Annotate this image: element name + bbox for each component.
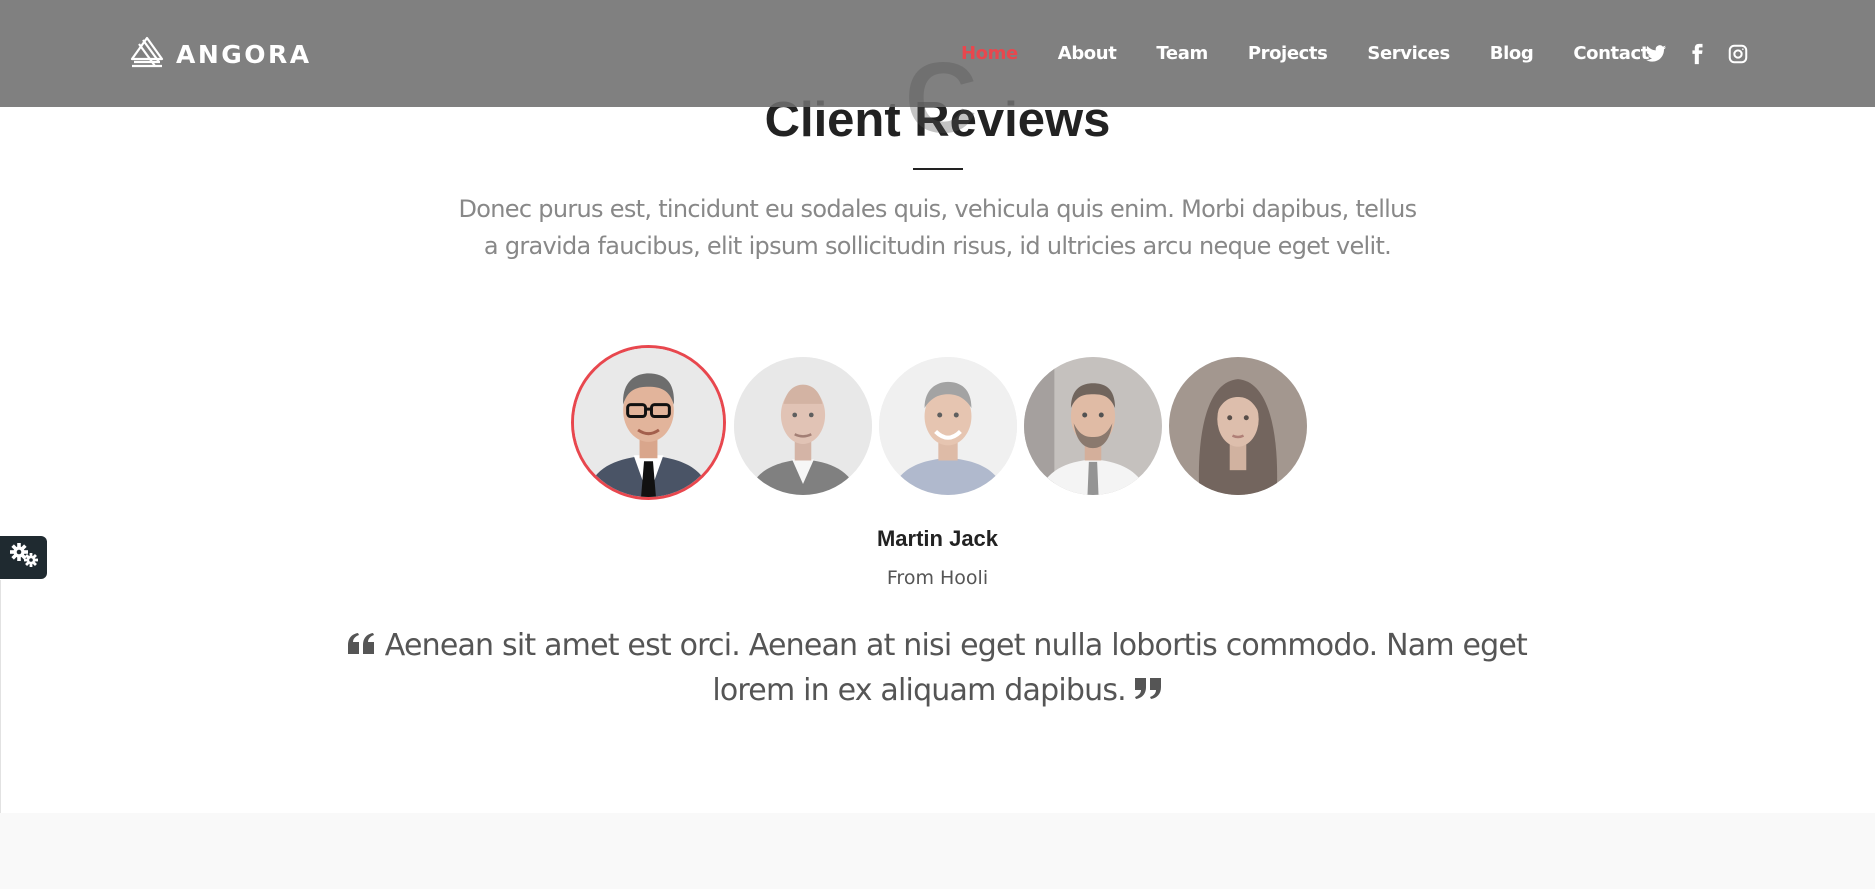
next-section-band <box>0 813 1875 889</box>
quote-close-icon <box>1134 678 1163 700</box>
instagram-icon[interactable] <box>1727 43 1749 65</box>
angora-logo-icon <box>128 35 166 74</box>
avatar-woman[interactable] <box>1169 357 1307 495</box>
nav-about[interactable]: About <box>1058 40 1117 68</box>
title-divider <box>913 168 963 170</box>
section-ghost-letter: C <box>905 42 978 154</box>
brand-name: ANGORA <box>176 39 312 69</box>
gears-icon <box>8 541 40 574</box>
client-name: Martin Jack <box>876 526 999 551</box>
client-company: From Hooli <box>886 567 989 589</box>
avatar-smiling-man[interactable] <box>879 357 1017 495</box>
nav-team[interactable]: Team <box>1156 40 1208 68</box>
left-edge-line <box>0 580 1 813</box>
testimonial-quote-text: Aenean sit amet est orci. Aenean at nisi… <box>384 628 1528 708</box>
social-links <box>1645 43 1768 65</box>
main-nav: Home About Team Projects Services Blog C… <box>961 40 1689 68</box>
brand-logo[interactable]: ANGORA <box>128 35 312 74</box>
nav-services[interactable]: Services <box>1367 40 1450 68</box>
testimonial-quote: Aenean sit amet est orci. Aenean at nisi… <box>320 623 1555 713</box>
nav-blog[interactable]: Blog <box>1490 40 1534 68</box>
avatar-man-glasses[interactable] <box>571 345 726 500</box>
settings-panel-toggle[interactable] <box>0 536 47 579</box>
section-description: Donec purus est, tincidunt eu sodales qu… <box>458 195 1418 260</box>
facebook-icon[interactable] <box>1686 43 1708 65</box>
avatar-bald-man[interactable] <box>734 357 872 495</box>
quote-open-icon <box>348 633 376 655</box>
avatar-bearded-man[interactable] <box>1024 357 1162 495</box>
nav-projects[interactable]: Projects <box>1248 40 1328 68</box>
twitter-icon[interactable] <box>1645 43 1667 65</box>
nav-contact[interactable]: Contact <box>1573 40 1649 68</box>
